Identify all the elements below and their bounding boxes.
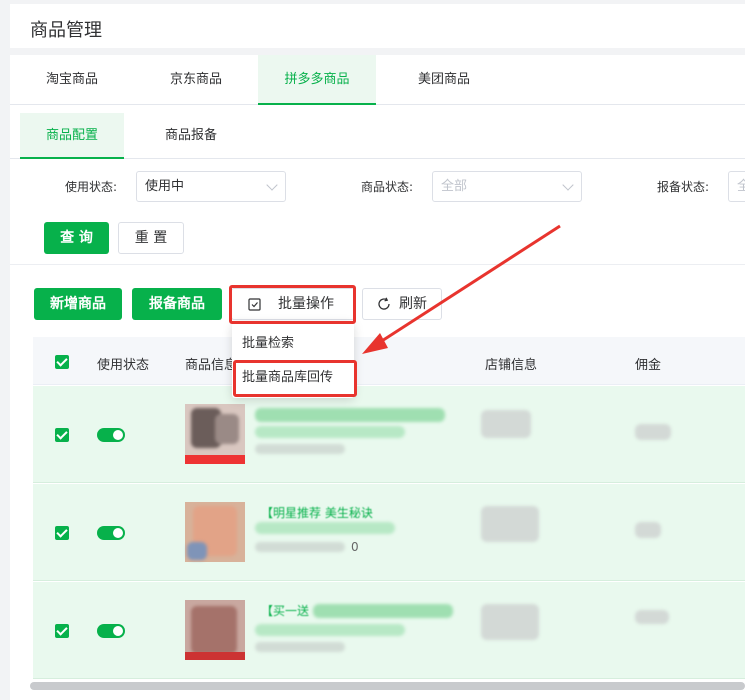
horizontal-scrollbar[interactable]: [30, 682, 745, 690]
annotation-arrow-icon: [362, 224, 561, 354]
